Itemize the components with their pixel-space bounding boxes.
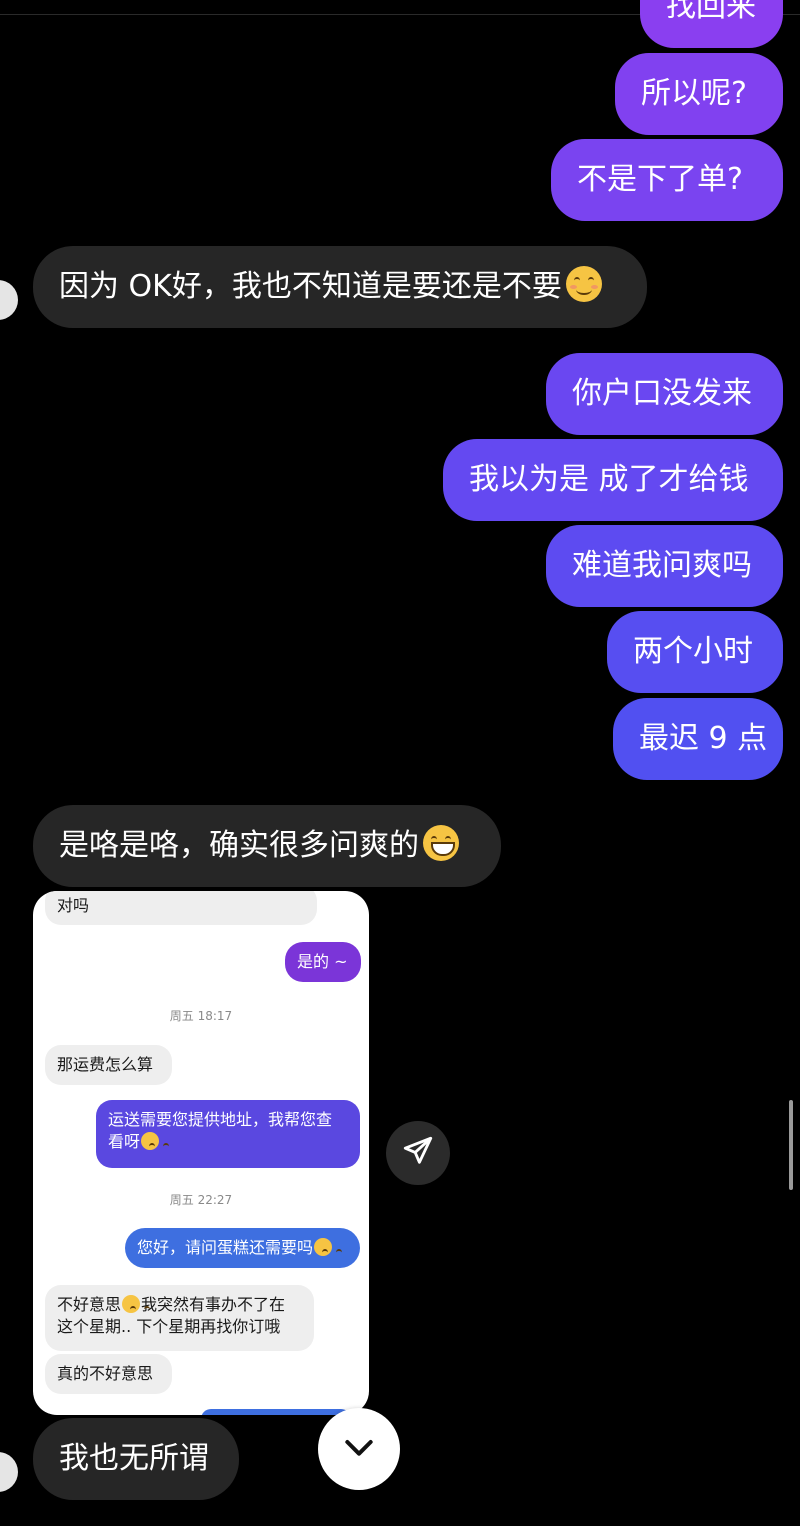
scroll-to-bottom-button[interactable] [318,1408,400,1490]
message-incoming[interactable]: 我也无所谓 [33,1418,239,1500]
screenshot-timestamp: 周五 22:27 [169,1193,233,1207]
message-outgoing[interactable]: 我以为是 成了才给钱 [443,439,783,521]
smiling-blush-emoji [565,266,602,302]
message-outgoing[interactable]: 找回来 [640,0,783,48]
screenshot-message: 真的不好意思 [45,1354,172,1394]
scrollbar[interactable] [789,1100,793,1190]
smiling-blush-emoji [141,1132,170,1150]
screenshot-timestamp: 周五 18:17 [169,1009,233,1023]
smiling-blush-emoji [314,1238,343,1256]
message-outgoing[interactable]: 两个小时 [607,611,783,693]
paper-plane-icon [401,1134,435,1172]
message-outgoing[interactable]: 所以呢? [615,53,783,135]
screenshot-message: 那运费怎么算 [45,1045,172,1085]
screenshot-message: 对吗 [45,891,317,925]
screenshot-message-partial [201,1409,351,1415]
contact-avatar[interactable] [0,280,18,320]
message-incoming[interactable]: 是咯是咯，确实很多问爽的 [33,805,501,887]
contact-avatar[interactable] [0,1452,18,1492]
grimace-emoji [122,1295,151,1313]
screenshot-message: 是的 ~ [285,942,361,982]
screenshot-message: 您好，请问蛋糕还需要吗 [125,1228,360,1268]
shared-screenshot[interactable]: 对吗 是的 ~ 周五 18:17 那运费怎么算 运送需要您提供地址，我帮您查 看… [33,891,369,1415]
screenshot-message: 不好意思 我突然有事办不了在 这个星期.. 下个星期再找你订哦 [45,1285,314,1351]
message-outgoing[interactable]: 难道我问爽吗 [546,525,783,607]
grinning-emoji [423,825,459,861]
share-button[interactable] [386,1121,450,1185]
message-outgoing[interactable]: 你户口没发来 [546,353,783,435]
chevron-down-icon [339,1427,379,1471]
message-incoming[interactable]: 因为 OK好，我也不知道是要还是不要 [33,246,647,328]
screenshot-message: 运送需要您提供地址，我帮您查 看呀 [96,1100,360,1168]
message-outgoing[interactable]: 最迟 9 点 [613,698,783,780]
message-outgoing[interactable]: 不是下了单? [551,139,783,221]
